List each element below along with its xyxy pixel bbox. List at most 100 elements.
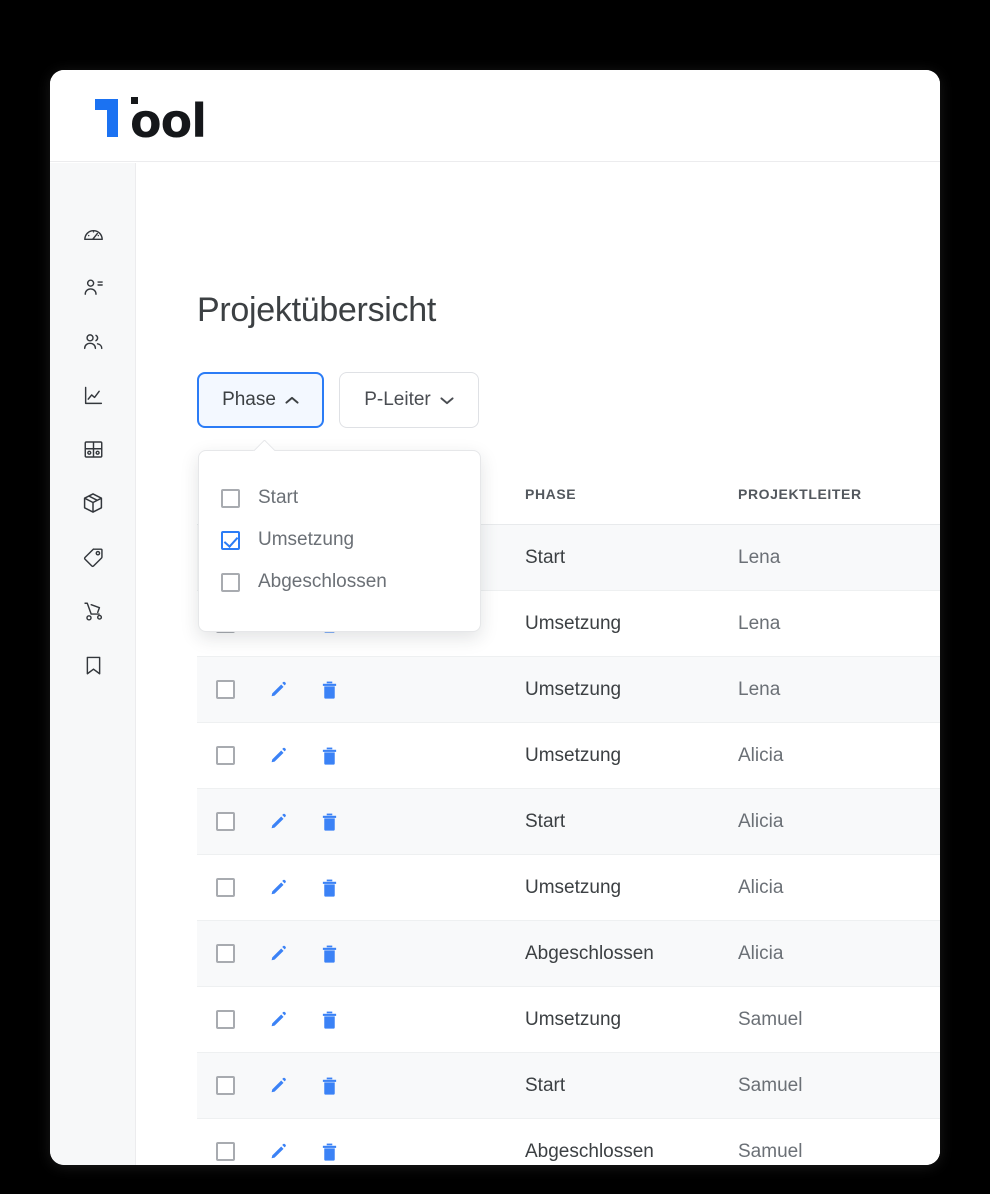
page-title: Projektübersicht <box>197 291 436 330</box>
table-header-projektleiter: PROJEKTLEITER <box>738 486 940 502</box>
row-projektleiter: Alicia <box>738 811 940 833</box>
chevron-down-icon <box>440 396 454 405</box>
row-select-cell <box>197 1076 253 1095</box>
table-row[interactable]: UmsetzungAlicia <box>197 723 940 789</box>
table-row[interactable]: UmsetzungAlicia <box>197 855 940 921</box>
row-edit-cell <box>253 681 303 698</box>
grid-cards-icon <box>82 438 105 461</box>
row-phase: Umsetzung <box>525 877 738 899</box>
trash-icon[interactable] <box>322 681 337 699</box>
pencil-icon[interactable] <box>270 945 287 962</box>
row-projektleiter: Samuel <box>738 1141 940 1163</box>
row-checkbox[interactable] <box>216 1142 235 1161</box>
logo-text: ool <box>130 99 206 143</box>
row-checkbox[interactable] <box>216 1010 235 1029</box>
filter-button-phase-label: Phase <box>222 389 276 411</box>
row-projektleiter: Samuel <box>738 1009 940 1031</box>
dropdown-option-abgeschlossen-label: Abgeschlossen <box>258 571 387 593</box>
row-projektleiter: Alicia <box>738 877 940 899</box>
box-package-icon <box>81 491 105 515</box>
row-phase: Start <box>525 1075 738 1097</box>
row-phase: Umsetzung <box>525 679 738 701</box>
row-phase: Start <box>525 811 738 833</box>
pencil-icon[interactable] <box>270 813 287 830</box>
dropdown-option-umsetzung-label: Umsetzung <box>258 529 354 551</box>
row-projektleiter: Alicia <box>738 943 940 965</box>
logo-t-mark <box>95 93 129 137</box>
row-checkbox[interactable] <box>216 944 235 963</box>
row-delete-cell <box>303 747 355 765</box>
pencil-icon[interactable] <box>270 1143 287 1160</box>
row-projektleiter: Lena <box>738 547 940 569</box>
table-row[interactable]: UmsetzungSamuel <box>197 987 940 1053</box>
logo-dot <box>131 97 138 104</box>
trash-icon[interactable] <box>322 1077 337 1095</box>
dropdown-option-umsetzung[interactable]: Umsetzung <box>221 519 471 561</box>
row-checkbox[interactable] <box>216 812 235 831</box>
pencil-icon[interactable] <box>270 1011 287 1028</box>
dropdown-option-abgeschlossen[interactable]: Abgeschlossen <box>221 561 471 603</box>
filter-button-phase[interactable]: Phase <box>197 372 324 428</box>
row-checkbox[interactable] <box>216 878 235 897</box>
table-row[interactable]: StartSamuel <box>197 1053 940 1119</box>
filter-button-p-leiter-label: P-Leiter <box>364 389 431 411</box>
row-checkbox[interactable] <box>216 680 235 699</box>
row-select-cell <box>197 680 253 699</box>
row-projektleiter: Samuel <box>738 1075 940 1097</box>
row-phase: Start <box>525 547 738 569</box>
table-row[interactable]: AbgeschlossenAlicia <box>197 921 940 987</box>
row-select-cell <box>197 746 253 765</box>
sidebar-item-products[interactable] <box>50 482 136 524</box>
sidebar-item-logistics[interactable] <box>50 590 136 632</box>
row-checkbox[interactable] <box>216 746 235 765</box>
user-list-icon <box>82 276 105 299</box>
row-edit-cell <box>253 879 303 896</box>
sidebar-item-bookmarks[interactable] <box>50 644 136 686</box>
bookmark-icon <box>82 654 105 677</box>
dropdown-option-start[interactable]: Start <box>221 477 471 519</box>
row-select-cell <box>197 1010 253 1029</box>
sidebar-nav <box>50 163 136 1165</box>
row-checkbox[interactable] <box>216 1076 235 1095</box>
trash-icon[interactable] <box>322 747 337 765</box>
filter-button-p-leiter[interactable]: P-Leiter <box>339 372 479 428</box>
pencil-icon[interactable] <box>270 879 287 896</box>
pencil-icon[interactable] <box>270 681 287 698</box>
trash-icon[interactable] <box>322 879 337 897</box>
sidebar-item-analytics[interactable] <box>50 374 136 416</box>
row-delete-cell <box>303 879 355 897</box>
dropdown-checkbox-abgeschlossen[interactable] <box>221 573 240 592</box>
row-select-cell <box>197 1142 253 1161</box>
trash-icon[interactable] <box>322 813 337 831</box>
trash-icon[interactable] <box>322 1143 337 1161</box>
table-row[interactable]: StartAlicia <box>197 789 940 855</box>
gauge-icon <box>82 223 105 246</box>
row-delete-cell <box>303 1077 355 1095</box>
row-edit-cell <box>253 747 303 764</box>
chevron-up-icon <box>285 396 299 405</box>
app-header: ool <box>50 70 940 162</box>
sidebar-item-tags[interactable] <box>50 536 136 578</box>
trash-icon[interactable] <box>322 945 337 963</box>
price-tag-icon <box>82 546 105 569</box>
app-logo[interactable]: ool <box>95 93 206 139</box>
row-edit-cell <box>253 945 303 962</box>
phase-filter-dropdown: Start Umsetzung Abgeschlossen <box>198 450 481 632</box>
row-select-cell <box>197 944 253 963</box>
dropdown-checkbox-start[interactable] <box>221 489 240 508</box>
dropdown-checkbox-umsetzung[interactable] <box>221 531 240 550</box>
trash-icon[interactable] <box>322 1011 337 1029</box>
row-phase: Umsetzung <box>525 745 738 767</box>
table-row[interactable]: UmsetzungLena <box>197 657 940 723</box>
hand-truck-icon <box>82 600 105 623</box>
pencil-icon[interactable] <box>270 1077 287 1094</box>
dropdown-caret <box>253 440 275 451</box>
sidebar-item-boards[interactable] <box>50 428 136 470</box>
sidebar-item-dashboard[interactable] <box>50 213 136 255</box>
table-row[interactable]: AbgeschlossenSamuel <box>197 1119 940 1165</box>
sidebar-item-contacts[interactable] <box>50 266 136 308</box>
sidebar-item-teams[interactable] <box>50 320 136 362</box>
row-delete-cell <box>303 1143 355 1161</box>
pencil-icon[interactable] <box>270 747 287 764</box>
row-phase: Abgeschlossen <box>525 1141 738 1163</box>
